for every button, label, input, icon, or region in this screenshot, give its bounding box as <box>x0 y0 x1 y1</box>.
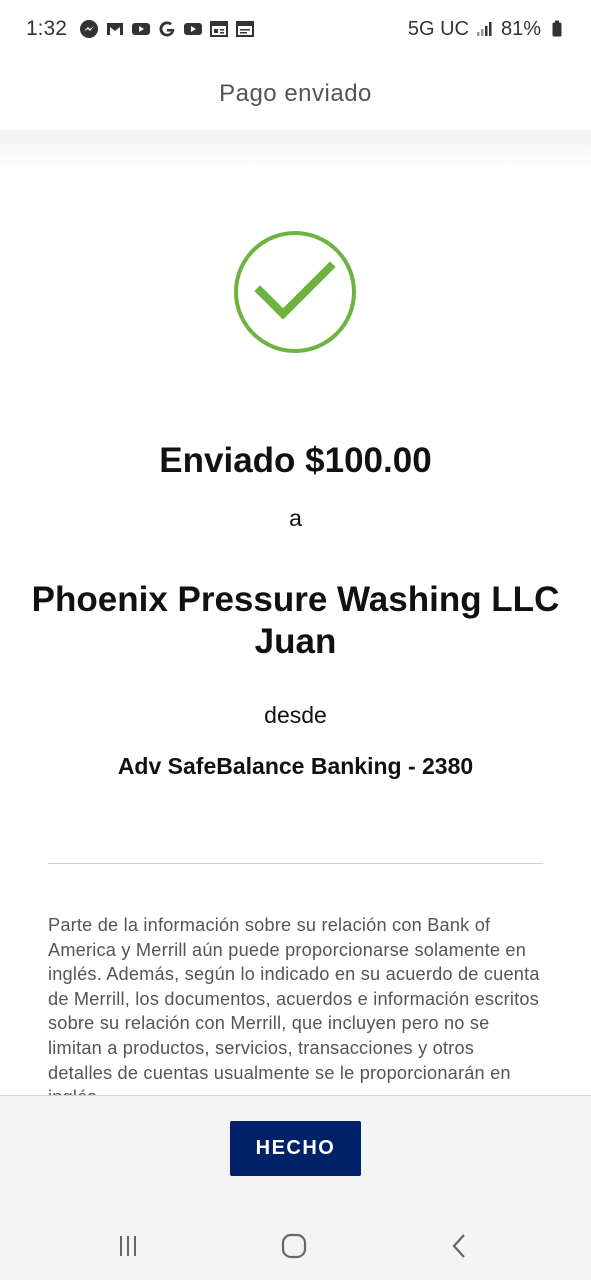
status-left: 1:32 <box>26 17 255 41</box>
recipient-name: Phoenix Pressure Washing LLC <box>31 580 560 619</box>
language-disclaimer: Parte de la información sobre su relació… <box>48 915 540 1095</box>
network-label: 5G UC <box>407 17 469 40</box>
recent-apps-button[interactable] <box>108 1226 148 1266</box>
app-header: Pago enviado <box>0 58 591 130</box>
back-button[interactable] <box>440 1226 480 1266</box>
recent-apps-icon <box>120 1236 136 1256</box>
divider <box>48 863 543 864</box>
battery-icon <box>547 19 567 39</box>
footer-bar: HECHO <box>0 1095 591 1280</box>
google-icon <box>157 19 177 39</box>
status-right: 5G UC 81% <box>408 18 567 41</box>
recipient: Phoenix Pressure Washing LLC Juan <box>0 579 591 663</box>
success-check-icon <box>234 231 356 353</box>
youtube-icon <box>131 19 151 39</box>
from-account: Adv SafeBalance Banking - 2380 <box>117 753 474 779</box>
youtube-icon <box>183 19 203 39</box>
page-title: Pago enviado <box>219 80 372 107</box>
system-nav-bar <box>0 1216 591 1276</box>
status-bar: 1:32 5G UC 81% <box>0 0 591 58</box>
back-icon <box>452 1234 465 1258</box>
to-label: a <box>289 505 302 531</box>
header-shadow <box>0 131 591 171</box>
done-button[interactable]: HECHO <box>230 1121 361 1176</box>
news-icon <box>209 19 229 39</box>
status-time: 1:32 <box>26 17 67 40</box>
from-label: desde <box>264 702 327 728</box>
battery-label: 81% <box>500 17 541 40</box>
recipient-contact: Juan <box>254 622 337 661</box>
signal-icon <box>475 19 495 39</box>
calendar-icon <box>235 19 255 39</box>
gmail-icon <box>105 19 125 39</box>
messenger-icon <box>79 19 99 39</box>
sent-amount-title: Enviado $100.00 <box>159 441 432 480</box>
confirmation-content[interactable]: Enviado $100.00 a Phoenix Pressure Washi… <box>0 131 591 1095</box>
home-button[interactable] <box>274 1226 314 1266</box>
home-icon <box>281 1233 307 1259</box>
